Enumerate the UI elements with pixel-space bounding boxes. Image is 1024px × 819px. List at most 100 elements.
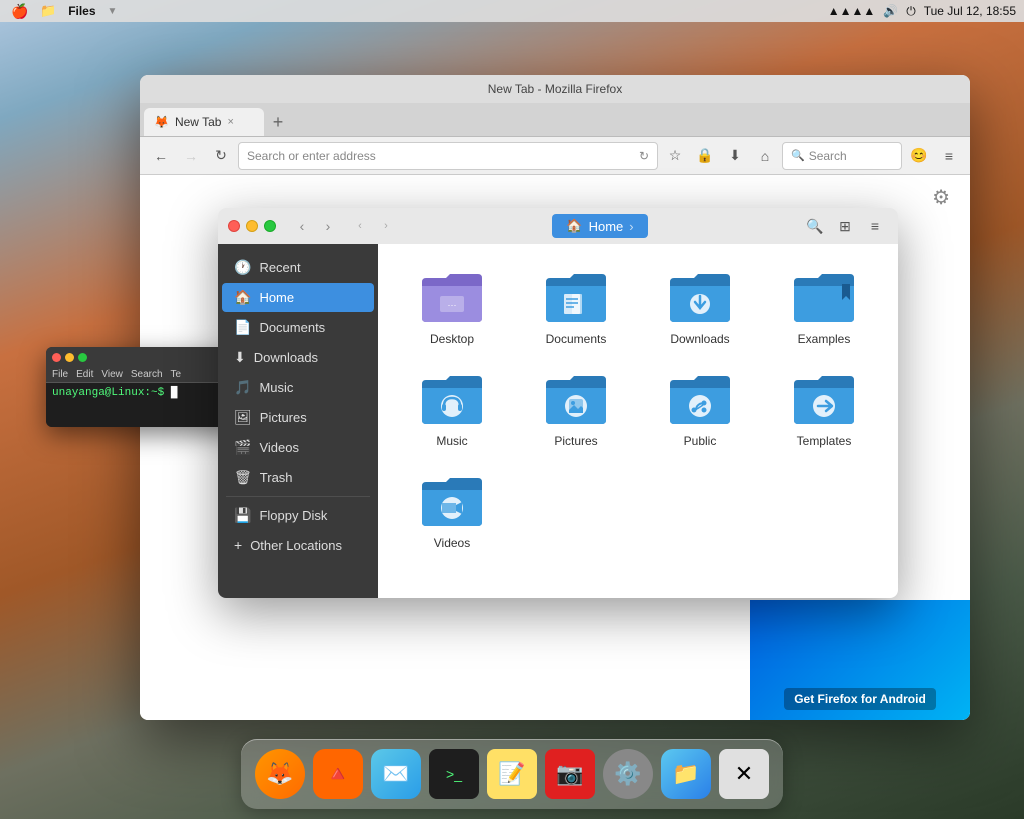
menubar-volume-icon[interactable]: 🔊 xyxy=(883,4,898,18)
folder-public[interactable]: Public xyxy=(642,362,758,456)
sidebar-item-music[interactable]: 🎵 Music xyxy=(222,373,374,402)
terminal-menu-file[interactable]: File xyxy=(52,369,68,380)
sidebar-floppy-icon: 💾 xyxy=(234,507,251,524)
sidebar-item-videos[interactable]: 🎬 Videos xyxy=(222,433,374,462)
files-menu-button[interactable]: ≡ xyxy=(862,213,888,239)
menubar-power-icon[interactable]: ⏻ xyxy=(906,4,916,19)
folder-music-label: Music xyxy=(436,434,467,448)
firefox-pocket-button[interactable]: ⬇ xyxy=(722,143,748,169)
sidebar-item-trash[interactable]: 🗑 Trash xyxy=(222,463,374,492)
files-search-button[interactable]: 🔍 xyxy=(802,213,828,239)
sidebar-item-label-home: Home xyxy=(259,290,294,305)
files-breadcrumb[interactable]: 🏠 Home › xyxy=(552,214,647,238)
terminal-minimize-button[interactable] xyxy=(65,353,74,362)
sidebar-documents-icon: 📄 xyxy=(234,319,251,336)
files-forward-button[interactable]: › xyxy=(316,214,340,238)
firefox-reload-icon[interactable]: ↻ xyxy=(639,149,649,163)
terminal-menu-search[interactable]: Search xyxy=(131,369,163,380)
sidebar-item-downloads[interactable]: ⬇ Downloads xyxy=(222,343,374,372)
terminal-menu-edit[interactable]: Edit xyxy=(76,369,93,380)
sidebar-item-floppy[interactable]: 💾 Floppy Disk xyxy=(222,501,374,530)
firefox-search-bar[interactable]: 🔍 Search xyxy=(782,142,902,170)
firefox-smiley-button[interactable]: 😊 xyxy=(906,143,932,169)
terminal-close-button[interactable] xyxy=(52,353,61,362)
folder-desktop[interactable]: ··· Desktop xyxy=(394,260,510,354)
firefox-menu-button[interactable]: ≡ xyxy=(936,143,962,169)
sidebar-item-recent[interactable]: 🕐 Recent xyxy=(222,253,374,282)
firefox-forward-button[interactable]: → xyxy=(178,143,204,169)
folder-documents[interactable]: Documents xyxy=(518,260,634,354)
files-sidebar: 🕐 Recent 🏠 Home 📄 Documents ⬇ Downloads … xyxy=(218,244,378,598)
files-body: 🕐 Recent 🏠 Home 📄 Documents ⬇ Downloads … xyxy=(218,244,898,598)
terminal-menu-view[interactable]: View xyxy=(101,369,123,380)
sidebar-item-label-videos: Videos xyxy=(259,440,299,455)
sidebar-item-documents[interactable]: 📄 Documents xyxy=(222,313,374,342)
sidebar-item-other[interactable]: + Other Locations xyxy=(222,531,374,559)
sidebar-item-home[interactable]: 🏠 Home xyxy=(222,283,374,312)
files-prev-button[interactable]: ‹ xyxy=(348,214,372,238)
sidebar-item-label-downloads: Downloads xyxy=(254,350,318,365)
folder-desktop-label: Desktop xyxy=(430,332,474,346)
dock-item-x11[interactable]: ✕ xyxy=(719,749,769,799)
terminal-cursor: █ xyxy=(171,387,178,399)
files-close-button[interactable] xyxy=(228,220,240,232)
apple-menu[interactable]: 🍎 xyxy=(0,3,40,20)
files-minimize-button[interactable] xyxy=(246,220,258,232)
files-next-button[interactable]: › xyxy=(374,214,398,238)
folder-public-icon xyxy=(668,370,732,428)
folder-templates[interactable]: Templates xyxy=(766,362,882,456)
sidebar-music-icon: 🎵 xyxy=(234,379,251,396)
folder-downloads[interactable]: Downloads xyxy=(642,260,758,354)
folder-music[interactable]: Music xyxy=(394,362,510,456)
firefox-back-button[interactable]: ← xyxy=(148,143,174,169)
sidebar-item-pictures[interactable]: 🖼 Pictures xyxy=(222,403,374,432)
files-window: ‹ › ‹ › 🏠 Home › 🔍 ⊞ ≡ 🕐 Recent xyxy=(218,208,898,598)
firefox-reader-button[interactable]: 🔒 xyxy=(692,143,718,169)
dock-item-files[interactable]: 📁 xyxy=(661,749,711,799)
files-right-buttons: 🔍 ⊞ ≡ xyxy=(802,213,888,239)
firefox-favicon: 🦊 xyxy=(154,115,169,129)
menubar-app-name[interactable]: Files xyxy=(68,4,95,18)
terminal-content[interactable]: unayanga@Linux:~$ █ xyxy=(46,383,241,427)
terminal-maximize-button[interactable] xyxy=(78,353,87,362)
firefox-tab-close-button[interactable]: × xyxy=(227,116,233,128)
dock-item-vlc[interactable]: 🔺 xyxy=(313,749,363,799)
terminal-menu-te[interactable]: Te xyxy=(171,369,182,380)
folder-pictures-icon xyxy=(544,370,608,428)
sidebar-item-label-trash: Trash xyxy=(260,470,293,485)
firefox-bookmark-button[interactable]: ☆ xyxy=(662,143,688,169)
firefox-urlbar[interactable]: Search or enter address ↻ xyxy=(238,142,658,170)
terminal-menubar: File Edit View Search Te xyxy=(46,367,241,383)
dock-item-screenshot[interactable]: 📷 xyxy=(545,749,595,799)
firefox-android-promo-text[interactable]: Get Firefox for Android xyxy=(784,688,936,710)
files-maximize-button[interactable] xyxy=(264,220,276,232)
firefox-new-tab-button[interactable]: + xyxy=(264,108,292,136)
dock-item-settings[interactable]: ⚙️ xyxy=(603,749,653,799)
firefox-home-button[interactable]: ⌂ xyxy=(752,143,778,169)
menubar-dropdown-icon[interactable]: ▼ xyxy=(108,6,118,17)
files-nav-buttons: ‹ › xyxy=(290,214,340,238)
sidebar-videos-icon: 🎬 xyxy=(234,439,251,456)
files-back-button[interactable]: ‹ xyxy=(290,214,314,238)
menubar-items: 📁 Files ▼ xyxy=(40,3,828,19)
dock-item-firefox[interactable]: 🦊 xyxy=(255,749,305,799)
sidebar-downloads-icon: ⬇ xyxy=(234,349,246,366)
files-breadcrumb-next: › xyxy=(629,219,633,234)
firefox-window-title: New Tab - Mozilla Firefox xyxy=(148,82,962,96)
dock-item-notes[interactable]: 📝 xyxy=(487,749,537,799)
folder-examples[interactable]: Examples xyxy=(766,260,882,354)
firefox-active-tab[interactable]: 🦊 New Tab × xyxy=(144,108,264,136)
firefox-tab-label: New Tab xyxy=(175,115,221,129)
files-home-icon: 🏠 xyxy=(566,218,582,234)
firefox-settings-icon[interactable]: ⚙ xyxy=(932,185,950,210)
folder-videos[interactable]: Videos xyxy=(394,464,510,558)
folder-examples-icon xyxy=(792,268,856,326)
terminal-prompt: unayanga@Linux:~$ xyxy=(52,387,164,399)
terminal-window: File Edit View Search Te unayanga@Linux:… xyxy=(46,347,241,427)
files-grid-button[interactable]: ⊞ xyxy=(832,213,858,239)
folder-pictures[interactable]: Pictures xyxy=(518,362,634,456)
dock-item-terminal[interactable]: >_ xyxy=(429,749,479,799)
firefox-reload-button[interactable]: ↻ xyxy=(208,143,234,169)
dock-item-mail[interactable]: ✉️ xyxy=(371,749,421,799)
files-location-bar: 🏠 Home › xyxy=(404,214,796,238)
